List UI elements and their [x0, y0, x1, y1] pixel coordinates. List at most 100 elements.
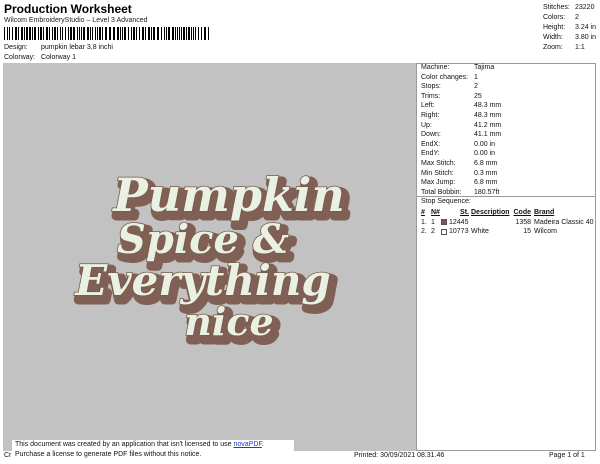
barcode-bar	[124, 27, 126, 40]
info-label: Left:	[421, 102, 435, 110]
barcode-bar	[60, 27, 61, 40]
info-value: 6.8 mm	[474, 179, 498, 187]
barcode-bar	[83, 27, 85, 40]
machine-info-panel: Machine: Tajima Color changes: 1 Stops: 2 Trim…	[420, 63, 596, 197]
stitch-cell: 10773	[441, 227, 471, 237]
barcode-bar	[92, 27, 93, 40]
barcode-bar	[175, 27, 176, 40]
barcode-bar	[26, 27, 28, 40]
table-row: 2. 2 10773 White 15 Wilcom	[421, 227, 594, 237]
info-label: Down:	[421, 131, 441, 139]
info-value: 6.8 mm	[474, 159, 498, 167]
stat-label: Stitches:	[543, 4, 570, 11]
barcode-bar	[97, 27, 98, 40]
barcode-bar	[131, 27, 132, 40]
design-label: Design:	[4, 44, 28, 51]
row-index: 2.	[421, 228, 427, 235]
machine-info-row: Up: 41.2 mm	[420, 121, 596, 131]
page-title: Production Worksheet	[4, 2, 132, 16]
info-value: 0.00 in	[474, 140, 496, 148]
barcode-bar	[21, 27, 23, 40]
info-label: Right:	[421, 111, 440, 119]
barcode-bar	[57, 27, 58, 40]
info-label: Min Stitch:	[421, 169, 454, 177]
barcode-bar	[105, 27, 107, 40]
stat-value: 3.24 in	[575, 24, 597, 31]
notice-line-1: This document was created by an applicat…	[15, 440, 294, 450]
info-label: Color changes:	[421, 73, 469, 81]
barcode-bar	[122, 27, 123, 40]
design-preview: Pumpkin Spice & Everything nice Pumpkin …	[3, 63, 417, 451]
stat-value: 3.80 in	[575, 34, 597, 41]
barcode-bar	[148, 27, 150, 40]
info-value: 2	[474, 83, 478, 91]
info-label: Machine:	[421, 64, 450, 71]
barcode-bar	[68, 27, 69, 40]
printed-timestamp: Printed: 30/09/2021 08.31.46	[354, 452, 445, 459]
column-header: #	[421, 209, 425, 216]
barcode-bar	[195, 27, 196, 40]
color-swatch	[441, 228, 447, 235]
barcode-bar	[166, 27, 167, 40]
barcode-bar	[153, 27, 155, 40]
barcode-bar	[70, 27, 72, 40]
machine-info-row: Max Stitch: 6.8 mm	[420, 159, 596, 169]
info-value: 25	[474, 92, 482, 100]
row-index: 1.	[421, 218, 427, 226]
barcode-bar	[172, 27, 174, 40]
barcode-bar	[151, 27, 152, 40]
info-value: 41.2 mm	[474, 121, 502, 129]
design-row: Design: pumpkin lebar 3,8 inchi	[4, 44, 204, 51]
barcode-bar	[34, 27, 36, 40]
needle-number: 1	[431, 218, 435, 226]
novapdf-link[interactable]: novaPDF	[233, 441, 261, 448]
machine-info-row: Stops: 2	[420, 82, 596, 92]
stat-stitches: Stitches: 23220	[543, 3, 596, 13]
barcode-bar	[102, 27, 103, 40]
footer-left-text: Cr	[4, 452, 12, 459]
info-label: Max Stitch:	[421, 159, 456, 167]
barcode-bar	[120, 27, 121, 40]
stat-value: 23220	[575, 4, 595, 11]
info-value: 41.1 mm	[474, 131, 502, 139]
machine-info-row: EndX: 0.00 in	[420, 140, 596, 150]
color-swatch	[441, 219, 447, 226]
stat-value: 1:1	[575, 44, 585, 51]
stat-colors: Colors: 2	[543, 13, 596, 23]
design-artwork: Pumpkin Spice & Everything nice Pumpkin …	[73, 167, 353, 353]
info-value: Tajima	[474, 64, 495, 71]
design-text-line4: nice	[184, 299, 273, 344]
barcode-bar	[139, 27, 140, 40]
barcode-bar	[201, 27, 202, 40]
barcode-bar	[73, 27, 75, 40]
stat-label: Width:	[543, 34, 563, 41]
machine-info-row: Max Jump: 6.8 mm	[420, 178, 596, 188]
thread-brand: Madeira Classic 40	[534, 218, 594, 226]
thread-code: 15	[523, 228, 531, 235]
machine-info-row: Left: 48.3 mm	[420, 101, 596, 111]
barcode-bar	[12, 27, 13, 40]
barcode-bar	[183, 27, 185, 40]
barcode-bar	[208, 27, 209, 40]
machine-info-row: Min Stitch: 0.3 mm	[420, 169, 596, 179]
notice-period: .	[261, 441, 264, 448]
column-header: Description	[471, 209, 510, 216]
thread-description	[471, 218, 513, 228]
machine-info-row: Down: 41.1 mm	[420, 130, 596, 140]
info-value: 0.3 mm	[474, 169, 498, 177]
stat-zoom: Zoom: 1:1	[543, 43, 596, 53]
barcode-bar	[117, 27, 119, 40]
thread-code: 1358	[515, 218, 531, 226]
info-value: 48.3 mm	[474, 102, 502, 110]
table-header: # N# St. Description Code Brand	[421, 208, 594, 218]
design-value: pumpkin lebar 3,8 inchi	[40, 44, 113, 51]
barcode-bar	[24, 27, 25, 40]
barcode-bar	[49, 27, 50, 40]
info-label: Trims:	[421, 92, 441, 100]
barcode-bar	[52, 27, 53, 40]
license-notice: This document was created by an applicat…	[12, 440, 294, 460]
barcode-bar	[181, 27, 182, 40]
barcode-bar	[179, 27, 180, 40]
barcode-bar	[177, 27, 178, 40]
stat-width: Width: 3.80 in	[543, 33, 596, 43]
